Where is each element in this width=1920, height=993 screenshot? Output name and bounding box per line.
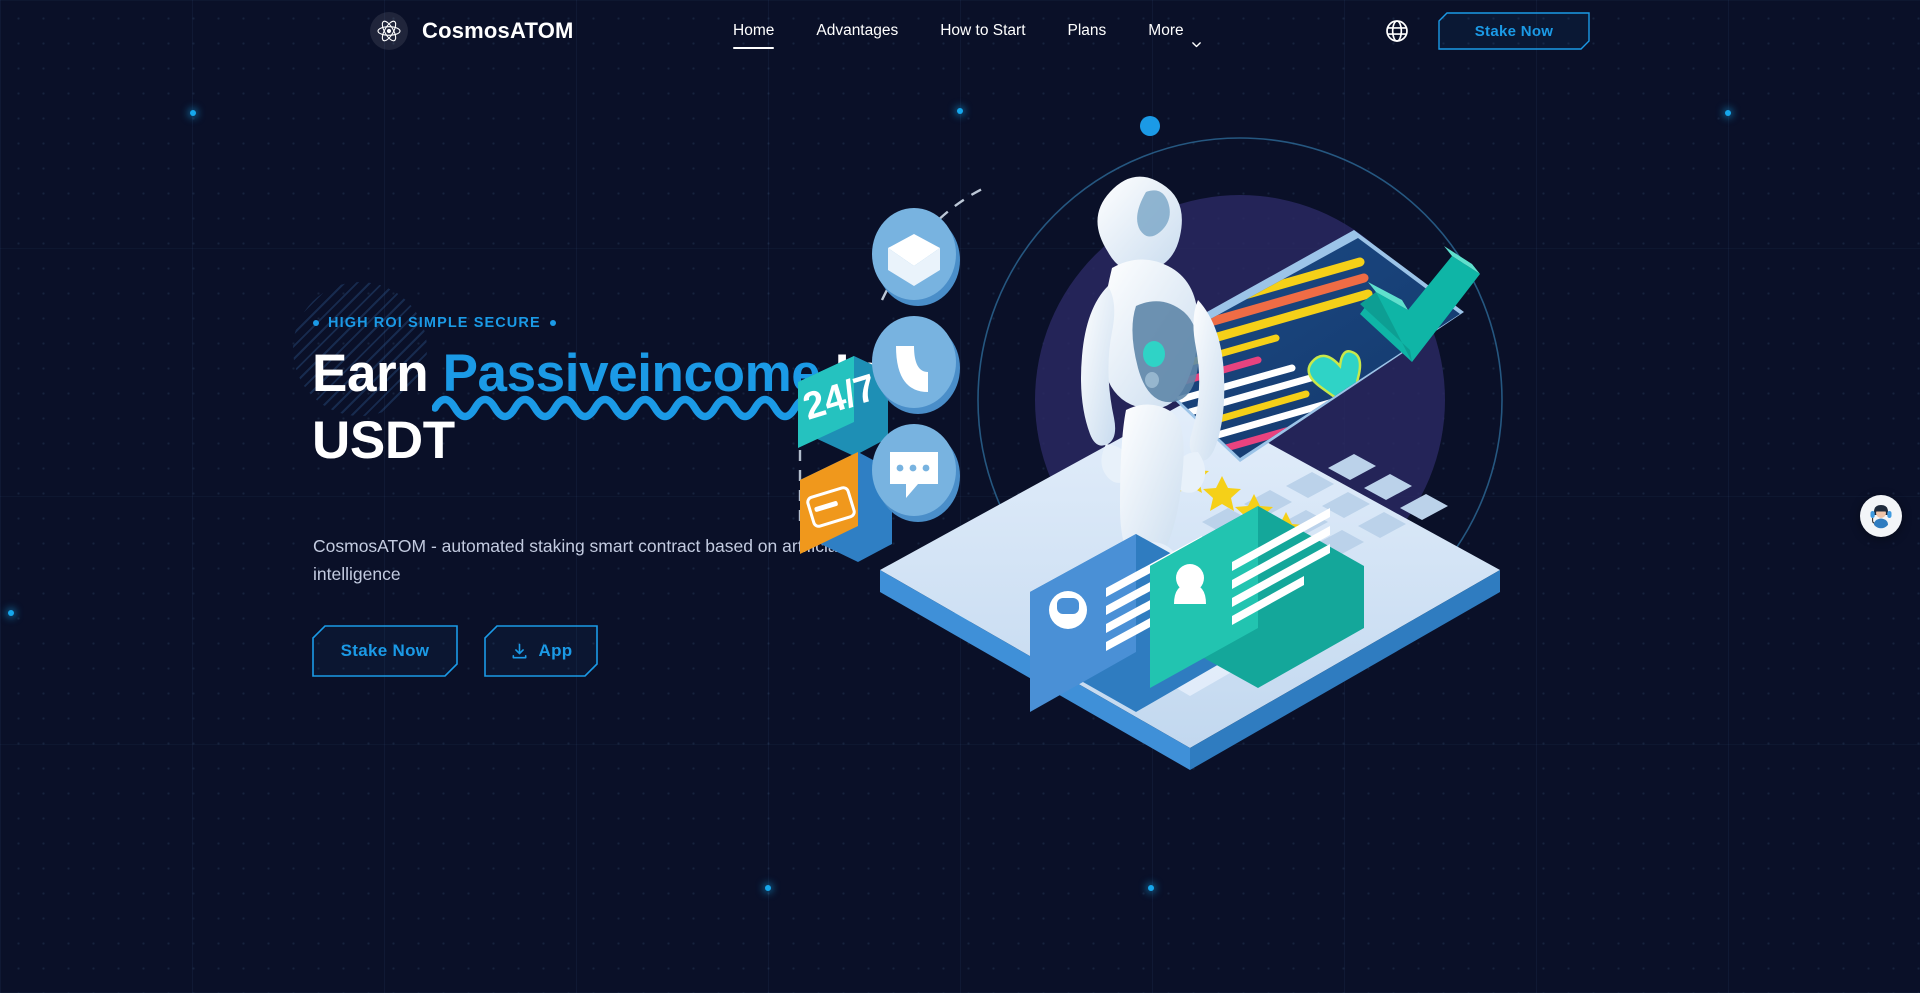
brand-name: CosmosATOM <box>422 18 574 43</box>
nav-label: More <box>1148 22 1184 39</box>
nav-item-advantages[interactable]: Advantages <box>795 11 919 51</box>
stake-now-header-label: Stake Now <box>1474 22 1554 40</box>
hero-heading-part1: Earn <box>312 344 443 403</box>
nav-label: How to Start <box>940 22 1026 39</box>
squiggle-underline-icon <box>432 395 839 421</box>
hero-eyebrow-label: HIGH ROI SIMPLE SECURE <box>328 315 541 331</box>
hero-subtitle: CosmosATOM - automated staking smart con… <box>313 536 842 584</box>
support-chat-widget[interactable] <box>1860 495 1902 537</box>
nav-label: Advantages <box>816 22 899 39</box>
atom-icon <box>370 12 408 50</box>
nav-item-how-to-start[interactable]: How to Start <box>919 11 1046 51</box>
bullet-dot-icon <box>313 320 319 326</box>
hero-cta-row: Stake Now App <box>312 625 598 677</box>
page-root: CosmosATOM Home Advantages How to Start … <box>0 0 1920 993</box>
main-navigation: Home Advantages How to Start Plans More <box>712 11 1223 51</box>
app-download-button[interactable]: App <box>484 625 598 677</box>
stake-now-cta-button[interactable]: Stake Now <box>312 625 458 677</box>
download-icon <box>510 642 529 661</box>
nav-label: Plans <box>1067 22 1107 39</box>
stake-now-cta-label: Stake Now <box>340 641 430 660</box>
hero-section: HIGH ROI SIMPLE SECURE Earn Passiveincom… <box>0 0 1920 993</box>
hero-eyebrow: HIGH ROI SIMPLE SECURE <box>313 315 556 331</box>
app-download-label: App <box>538 641 573 660</box>
nav-label: Home <box>733 22 775 39</box>
bullet-dot-icon <box>549 320 556 326</box>
nav-item-home[interactable]: Home <box>712 11 795 51</box>
nav-item-more[interactable]: More <box>1127 11 1222 51</box>
globe-icon[interactable] <box>1384 18 1410 44</box>
nav-item-plans[interactable]: Plans <box>1047 11 1128 51</box>
site-header: CosmosATOM Home Advantages How to Start … <box>0 0 1920 62</box>
header-actions: Stake Now <box>1384 12 1590 50</box>
ai-robot-laptop-illustration: 24/7 <box>798 100 1560 770</box>
stake-now-header-button[interactable]: Stake Now <box>1438 12 1590 50</box>
orbit-dot <box>1140 116 1160 136</box>
support-agent-icon <box>1865 497 1897 535</box>
chevron-down-icon <box>1191 26 1202 47</box>
brand-logo[interactable]: CosmosATOM <box>370 12 574 50</box>
